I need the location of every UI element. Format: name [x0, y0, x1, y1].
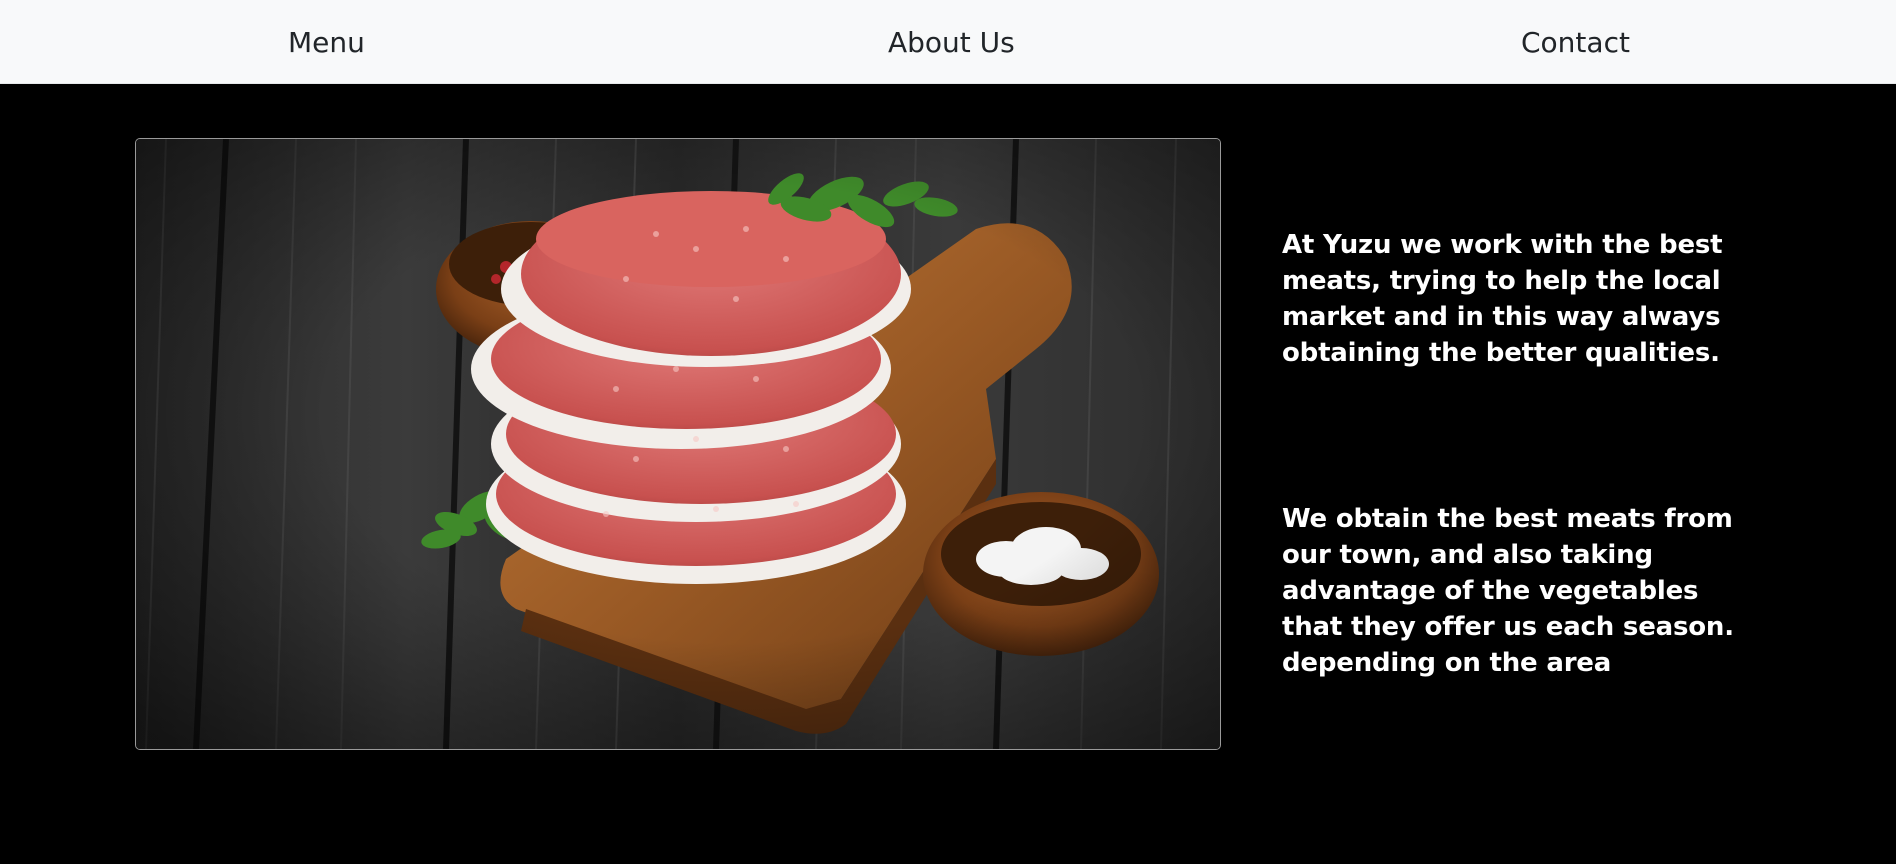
about-paragraph-2: We obtain the best meats from our town, … — [1282, 504, 1734, 678]
navbar: Menu About Us Contact — [0, 0, 1896, 84]
nav-link-about-us[interactable]: About Us — [888, 0, 1015, 84]
nav-link-menu[interactable]: Menu — [288, 0, 365, 84]
burger-patties-photo — [135, 138, 1221, 750]
nav-link-contact[interactable]: Contact — [1521, 0, 1630, 84]
about-paragraph-1: At Yuzu we work with the best meats, try… — [1282, 230, 1723, 368]
